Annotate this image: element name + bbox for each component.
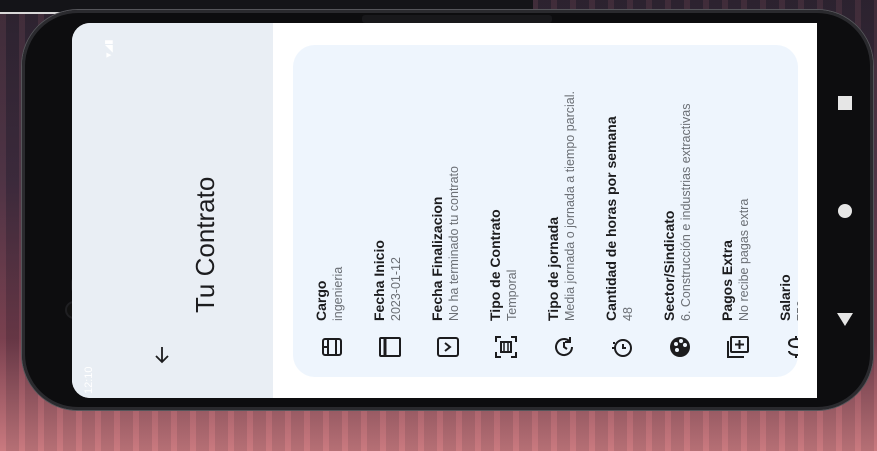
item-value: 2023-01-12 — [389, 257, 403, 321]
end-date-icon — [437, 337, 459, 357]
item-value: 48 — [621, 307, 635, 321]
list-item-fecha-finalizacion: Fecha Finalizacion No ha terminado tu con… — [417, 45, 477, 377]
item-label: Cargo — [313, 280, 329, 321]
item-label: Tipo de Contrato — [487, 209, 503, 321]
item-value: 750 — [795, 300, 798, 321]
item-text: Fecha Finalizacion No ha terminado tu con… — [429, 166, 462, 321]
item-label: Fecha Finalizacion — [429, 196, 445, 321]
item-value: No ha terminado tu contrato — [447, 166, 461, 321]
home-icon[interactable] — [833, 199, 857, 223]
back-arrow-icon[interactable] — [150, 343, 174, 367]
item-text: Sector/Sindicato 6. Construcción e indust… — [661, 104, 694, 321]
status-icons: ▾◢▮ — [103, 39, 115, 58]
timer-icon — [612, 339, 632, 357]
badge-icon — [322, 338, 342, 356]
back-nav-icon[interactable] — [833, 307, 857, 331]
app-screen: ▾◢▮ 12:10 Tu Contrato Cargo ingenieria Fe… — [72, 23, 817, 398]
item-text: Fecha Inicio 2023-01-12 — [371, 240, 404, 321]
app-bar: ▾◢▮ 12:10 Tu Contrato — [72, 23, 273, 398]
item-label: Tipo de jornada — [545, 217, 561, 321]
item-value: ingenieria — [331, 266, 345, 321]
item-label: Salario — [777, 274, 793, 321]
add-payment-icon — [727, 336, 749, 358]
item-text: Pagos Extra No recibe pagas extra — [719, 199, 752, 321]
list-item-cargo: Cargo ingenieria — [301, 45, 361, 377]
contract-card: Cargo ingenieria Fecha Inicio 2023-01-12 F… — [293, 45, 798, 377]
item-label: Pagos Extra — [719, 240, 735, 321]
list-item-tipo-jornada: Tipo de jornada Media jornada o jornada a… — [533, 45, 593, 377]
list-item-tipo-contrato: Tipo de Contrato Temporal — [475, 45, 535, 377]
palette-icon — [670, 337, 690, 357]
list-item-salario: Salario 750 — [765, 45, 798, 377]
power-button — [362, 15, 552, 23]
item-label: Cantidad de horas por semana — [603, 116, 619, 321]
list-item-horas-semana: Cantidad de horas por semana 48 — [591, 45, 651, 377]
status-time: 12:10 — [83, 366, 95, 394]
item-text: Cantidad de horas por semana 48 — [603, 116, 636, 321]
item-value: 6. Construcción e industrias extractivas — [679, 103, 693, 321]
item-value: Temporal — [505, 269, 519, 321]
list-item-pagos-extra: Pagos Extra No recibe pagas extra — [707, 45, 767, 377]
status-bar: ▾◢▮ 12:10 — [83, 23, 115, 398]
item-text: Cargo ingenieria — [313, 267, 346, 321]
item-label: Fecha Inicio — [371, 240, 387, 321]
recents-icon[interactable] — [833, 91, 857, 115]
navigation-bar — [817, 23, 873, 398]
clock-icon — [555, 337, 574, 356]
item-value: No recibe pagas extra — [737, 198, 751, 321]
list-item-fecha-inicio: Fecha Inicio 2023-01-12 — [359, 45, 419, 377]
item-text: Tipo de jornada Media jornada o jornada a… — [545, 91, 578, 321]
item-text: Tipo de Contrato Temporal — [487, 209, 520, 321]
contract-type-icon — [495, 336, 517, 358]
dollar-icon — [788, 336, 798, 358]
item-text: Salario 750 — [777, 274, 798, 321]
calendar-icon — [379, 337, 401, 357]
list-item-sector: Sector/Sindicato 6. Construcción e indust… — [649, 45, 709, 377]
item-value: Media jornada o jornada a tiempo parcial… — [563, 91, 577, 321]
item-label: Sector/Sindicato — [661, 210, 677, 321]
page-title: Tu Contrato — [190, 176, 220, 313]
